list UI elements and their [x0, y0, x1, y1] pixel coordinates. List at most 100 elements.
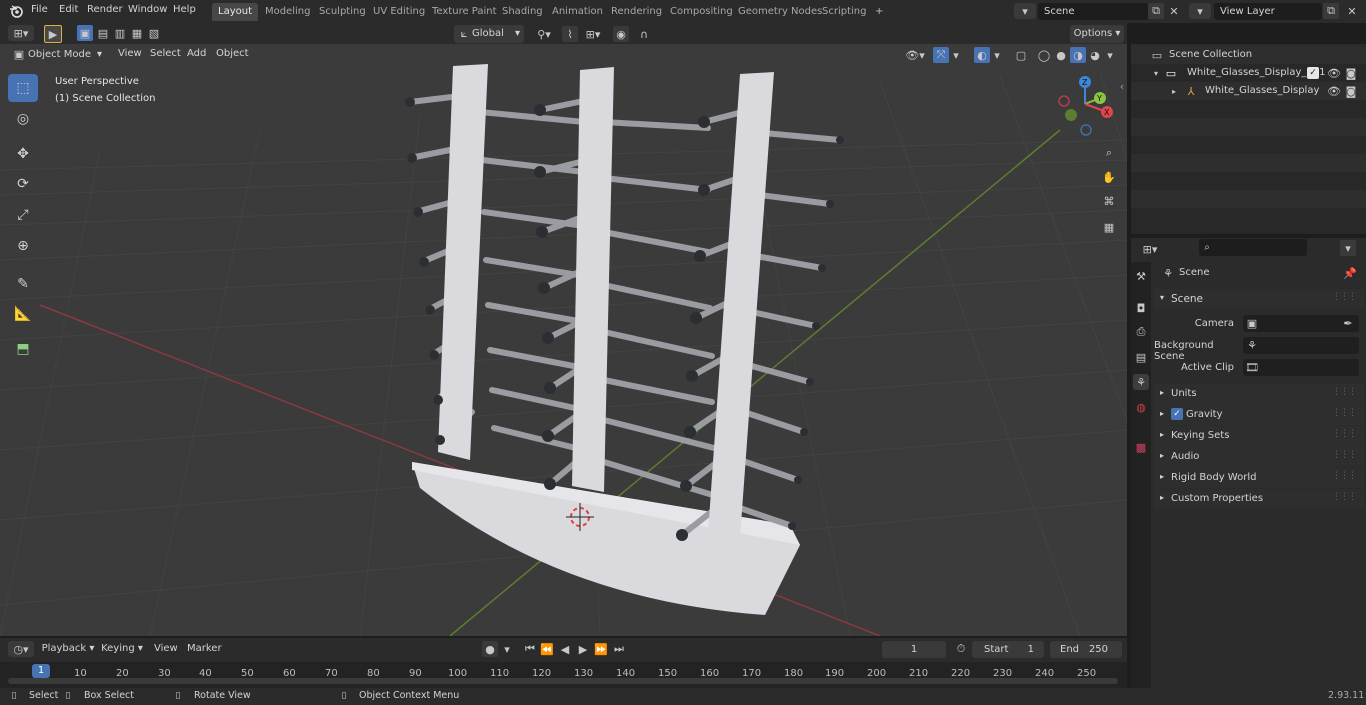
overlay-dropdown-icon[interactable]: ▾	[991, 47, 1003, 63]
tab-uv-editing[interactable]: UV Editing	[367, 3, 431, 21]
tab-modeling[interactable]: Modeling	[259, 3, 317, 21]
viewport-menu-select[interactable]: Select	[150, 48, 181, 59]
scale-tool-icon[interactable]: ⤢	[8, 201, 38, 229]
end-frame-field[interactable]: End 250	[1050, 641, 1122, 658]
drag-handle-icon[interactable]: ⋮⋮⋮	[1332, 450, 1357, 460]
xray-toggle-icon[interactable]: ▢	[1013, 47, 1029, 63]
snap-toggle-icon[interactable]: ⌇	[562, 26, 578, 42]
rotate-tool-icon[interactable]: ⟳	[8, 170, 38, 198]
scene-selector-icon[interactable]: ▾	[1014, 3, 1036, 19]
output-tab-icon[interactable]: ⎙	[1133, 324, 1149, 340]
eyedropper-icon[interactable]: ✒	[1341, 316, 1355, 330]
proportional-edit-icon[interactable]: ◉	[613, 26, 629, 42]
overlay-toggle-icon[interactable]: ◐	[974, 47, 990, 63]
render-tab-icon[interactable]: ◘	[1133, 300, 1149, 316]
view-layer-selector-icon[interactable]: ▾	[1189, 3, 1211, 19]
transform-tool-icon[interactable]: ⊕	[8, 232, 38, 260]
scene-panel-header[interactable]: ▾ Scene ⋮⋮⋮	[1154, 289, 1364, 309]
gizmo-dropdown-icon[interactable]: ▾	[950, 47, 962, 63]
outliner-row-display-001[interactable]: ▾ ▭ White_Glasses_Display_001 ✓ 👁 ◙	[1131, 64, 1366, 82]
select-box-tool-icon[interactable]: ⬚	[8, 74, 38, 102]
measure-tool-icon[interactable]: 📐	[8, 300, 38, 328]
exclude-checkbox-icon[interactable]: ✓	[1307, 67, 1319, 79]
properties-search-input[interactable]: ⌕	[1199, 239, 1307, 256]
play-icon[interactable]: ▶	[575, 641, 591, 657]
menu-window[interactable]: Window	[128, 4, 167, 15]
tab-sculpting[interactable]: Sculpting	[313, 3, 372, 21]
proportional-falloff-icon[interactable]: ∩	[632, 26, 656, 42]
gravity-checkbox[interactable]: ✓	[1171, 408, 1183, 420]
subpanel-units[interactable]: ▸ Units ⋮⋮⋮	[1154, 384, 1364, 404]
snap-target-icon[interactable]: ⊞▾	[581, 26, 605, 42]
pan-hand-icon[interactable]: ✋	[1100, 168, 1118, 186]
editor-type-icon[interactable]: ⊞▾	[8, 25, 34, 41]
expand-arrow-down-icon[interactable]: ▾	[1151, 65, 1161, 81]
texture-tab-icon[interactable]: ▩	[1133, 439, 1149, 455]
add-cube-tool-icon[interactable]: ⬒	[8, 335, 38, 363]
3d-viewport[interactable]: User Perspective (1) Scene Collection Z …	[0, 44, 1127, 636]
new-view-layer-icon[interactable]: ⧉	[1323, 3, 1339, 19]
ortho-grid-icon[interactable]: ▦	[1100, 218, 1118, 236]
subpanel-custom-properties[interactable]: ▸ Custom Properties ⋮⋮⋮	[1154, 489, 1364, 509]
delete-view-layer-icon[interactable]: ✕	[1344, 3, 1360, 19]
jump-end-icon[interactable]: ⏭	[611, 641, 627, 657]
tab-shading[interactable]: Shading	[496, 3, 549, 21]
annotate-tool-icon[interactable]: ✎	[8, 270, 38, 298]
subpanel-keying-sets[interactable]: ▸ Keying Sets ⋮⋮⋮	[1154, 426, 1364, 446]
current-frame-field[interactable]: 1	[882, 641, 946, 658]
tool-settings-tab-icon[interactable]: ⚒	[1133, 268, 1149, 284]
jump-start-icon[interactable]: ⏮	[522, 641, 538, 657]
properties-editor-type-icon[interactable]: ⊞▾	[1137, 241, 1163, 257]
select-tool-icon[interactable]: ▶	[44, 25, 62, 43]
eye-visibility-icon[interactable]: 👁	[1326, 65, 1342, 81]
expand-arrow-right-icon[interactable]: ▸	[1169, 83, 1179, 99]
cursor-tool-icon[interactable]: ◎	[8, 105, 38, 133]
camera-view-icon[interactable]: ⌘	[1100, 192, 1118, 210]
blender-logo-icon[interactable]	[8, 3, 24, 19]
timeline-menu-marker[interactable]: Marker	[187, 643, 222, 654]
render-camera-icon[interactable]: ◙	[1343, 83, 1359, 99]
new-scene-icon[interactable]: ⧉	[1148, 3, 1164, 19]
tab-layout[interactable]: Layout	[212, 3, 258, 21]
drag-handle-icon[interactable]: ⋮⋮⋮	[1332, 429, 1357, 439]
view-layer-tab-icon[interactable]: ▤	[1133, 349, 1149, 365]
tab-scripting[interactable]: Scripting	[816, 3, 872, 21]
next-keyframe-icon[interactable]: ⏩	[593, 641, 609, 657]
gizmo-toggle-icon[interactable]: ⤧	[933, 47, 949, 63]
shading-dropdown-icon[interactable]: ▾	[1104, 47, 1116, 63]
prev-keyframe-icon[interactable]: ⏪	[539, 641, 555, 657]
keying-menu[interactable]: Keying ▾	[98, 640, 146, 658]
outliner-row-display[interactable]: ▸ ⅄ White_Glasses_Display 👁 ◙	[1131, 82, 1366, 100]
playhead-frame-indicator[interactable]: 1	[32, 664, 50, 678]
tab-compositing[interactable]: Compositing	[664, 3, 739, 21]
zoom-icon[interactable]: ⌕	[1100, 144, 1118, 162]
world-tab-icon[interactable]: ◍	[1133, 399, 1149, 415]
select-intersect-icon[interactable]: ▧	[146, 25, 162, 41]
shading-solid-icon[interactable]: ●	[1053, 47, 1069, 63]
menu-help[interactable]: Help	[173, 4, 196, 15]
outliner-row-scene-collection[interactable]: ▭ Scene Collection	[1131, 46, 1366, 64]
tab-geometry-nodes[interactable]: Geometry Nodes	[732, 3, 828, 21]
select-extend-icon[interactable]: ▤	[95, 25, 111, 41]
viewport-menu-add[interactable]: Add	[187, 48, 206, 59]
playback-menu[interactable]: Playback ▾	[40, 640, 96, 658]
sidebar-toggle-icon[interactable]: ‹	[1117, 80, 1127, 93]
subpanel-audio[interactable]: ▸ Audio ⋮⋮⋮	[1154, 447, 1364, 467]
scene-tab-icon[interactable]: ⚘	[1133, 374, 1149, 390]
drag-handle-icon[interactable]: ⋮⋮⋮	[1332, 387, 1357, 397]
active-clip-field[interactable]	[1243, 359, 1359, 376]
start-frame-field[interactable]: Start 1	[972, 641, 1044, 658]
timeline-editor-type-icon[interactable]: ◷▾	[8, 641, 34, 657]
viewport-menu-view[interactable]: View	[118, 48, 142, 59]
stopwatch-icon[interactable]: ⏱	[953, 641, 969, 657]
add-workspace-button[interactable]: +	[869, 3, 889, 21]
drag-handle-icon[interactable]: ⋮⋮⋮	[1332, 292, 1357, 302]
shading-wireframe-icon[interactable]: ◯	[1036, 47, 1052, 63]
options-dropdown[interactable]: Options ▾	[1070, 25, 1124, 43]
drag-handle-icon[interactable]: ⋮⋮⋮	[1332, 408, 1357, 418]
delete-scene-icon[interactable]: ✕	[1166, 3, 1182, 19]
scene-name-field[interactable]: Scene	[1038, 3, 1148, 20]
eye-visibility-icon[interactable]: 👁	[1326, 83, 1342, 99]
tab-texture-paint[interactable]: Texture Paint	[426, 3, 503, 21]
select-invert-icon[interactable]: ▦	[129, 25, 145, 41]
